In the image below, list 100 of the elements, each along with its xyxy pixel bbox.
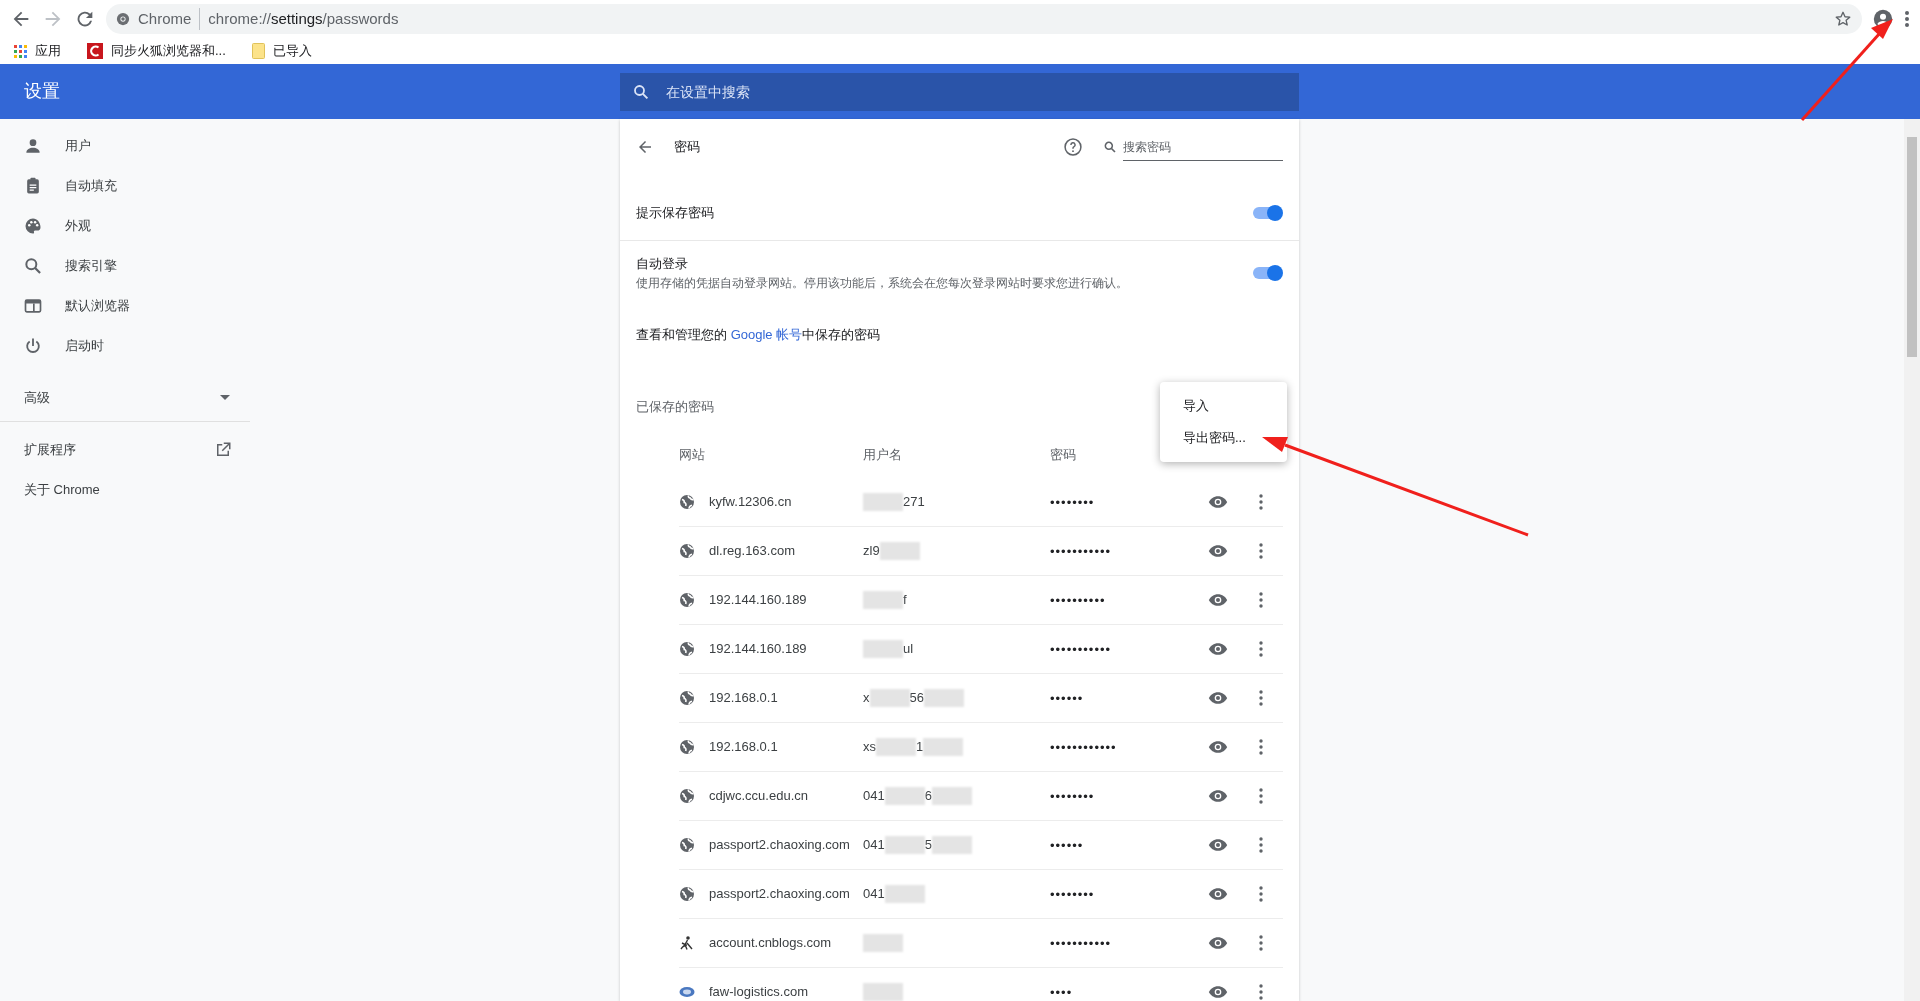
blurred-redaction <box>884 836 925 854</box>
password-dots: ••••••••••• <box>1050 544 1112 559</box>
oval-logo-icon <box>679 984 695 1000</box>
section-title: 已保存的密码 <box>636 397 714 416</box>
more-icon[interactable] <box>1259 935 1263 951</box>
extensions-link[interactable]: 扩展程序 <box>0 430 250 470</box>
column-header: 用户名 <box>863 447 902 462</box>
password-dots: •••• <box>1050 985 1073 1000</box>
about-chrome-link[interactable]: 关于 Chrome <box>0 470 250 510</box>
menu-icon[interactable] <box>1904 9 1910 29</box>
blurred-redaction <box>923 689 964 707</box>
more-icon[interactable] <box>1259 494 1263 510</box>
site-name: 192.168.0.1 <box>709 689 778 708</box>
bookmark[interactable]: 应用 <box>14 41 61 61</box>
menu-item[interactable]: 导入 <box>1160 390 1287 422</box>
more-icon[interactable] <box>1259 886 1263 902</box>
setting-label: 提示保存密码 <box>636 203 715 222</box>
site-name: passport2.chaoxing.com <box>709 836 850 855</box>
username-text: 5 <box>924 836 932 855</box>
username-text: 041 <box>863 787 885 806</box>
globe-icon <box>679 592 695 608</box>
help-icon[interactable] <box>1063 137 1083 157</box>
sidebar-item[interactable]: 外观 <box>0 206 250 246</box>
more-icon[interactable] <box>1259 837 1263 853</box>
site-name: faw-logistics.com <box>709 983 808 1001</box>
search-icon <box>23 256 43 276</box>
sidebar-item[interactable]: 自动填充 <box>0 166 250 206</box>
username-text: 271 <box>903 493 925 512</box>
advanced-section-toggle[interactable]: 高级 <box>0 374 250 422</box>
password-dots: •••••••• <box>1050 887 1095 902</box>
sidebar-item[interactable]: 搜索引擎 <box>0 246 250 286</box>
site-name: kyfw.12306.cn <box>709 493 792 512</box>
header-title: 设置 <box>23 80 61 103</box>
password-dots: •••••••••• <box>1050 593 1106 608</box>
column-header: 密码 <box>1050 447 1076 462</box>
site-name: account.cnblogs.com <box>709 934 832 953</box>
google-account-link[interactable]: Google 帐号 <box>730 327 803 343</box>
page-title: 密码 <box>674 138 701 157</box>
caret-down-icon <box>220 394 230 401</box>
site-name: dl.reg.163.com <box>709 542 795 561</box>
more-icon[interactable] <box>1259 592 1263 608</box>
blurred-redaction <box>863 591 903 609</box>
url-text: chrome://settings/passwords <box>208 8 400 29</box>
sidebar-item[interactable]: 用户 <box>0 126 250 166</box>
scrollbar[interactable] <box>1904 119 1920 1001</box>
column-header: 网站 <box>679 447 705 462</box>
address-bar[interactable]: Chrome chrome://settings/passwords <box>106 4 1862 34</box>
site-name: cdjwc.ccu.edu.cn <box>709 787 808 806</box>
blurred-redaction <box>876 738 916 756</box>
settings-search-field[interactable]: 在设置中搜索 <box>620 72 1299 111</box>
sidebar-item[interactable]: 默认浏览器 <box>0 286 250 326</box>
more-icon[interactable] <box>1259 788 1263 804</box>
more-icon[interactable] <box>1259 739 1263 755</box>
password-dots: •••••• <box>1050 691 1084 706</box>
more-icon[interactable] <box>1259 543 1263 559</box>
setting-description: 使用存储的凭据自动登录网站。停用该功能后，系统会在您每次登录网站时要求您进行确认。 <box>636 274 1129 292</box>
username-text: 56 <box>909 689 924 708</box>
site-name: 192.168.0.1 <box>709 738 778 757</box>
password-dots: ••••••••••• <box>1050 642 1112 657</box>
blurred-redaction <box>863 983 903 1001</box>
blurred-redaction <box>879 542 920 560</box>
person-icon <box>23 136 43 156</box>
blurred-redaction <box>884 885 925 903</box>
power-icon <box>23 336 43 356</box>
star-icon[interactable] <box>1834 10 1852 28</box>
more-icon[interactable] <box>1259 641 1263 657</box>
username-text: xs <box>863 738 876 757</box>
search-icon <box>632 82 650 101</box>
username-text: ul <box>903 640 914 659</box>
globe-icon <box>679 886 695 902</box>
blurred-redaction <box>884 787 925 805</box>
blurred-redaction <box>923 738 964 756</box>
site-name: 192.144.160.189 <box>709 591 807 610</box>
blurred-redaction <box>931 836 972 854</box>
site-chip: Chrome <box>138 7 201 31</box>
account-info-text: 查看和管理您的 Google 帐号中保存的密码 <box>636 326 881 345</box>
globe-icon <box>679 494 695 510</box>
password-dots: •••••••• <box>1050 495 1095 510</box>
globe-icon <box>679 641 695 657</box>
stick-figure-icon <box>679 935 695 951</box>
toggle-switch[interactable] <box>1253 204 1281 221</box>
c-logo-icon <box>87 43 103 59</box>
more-icon[interactable] <box>1259 984 1263 1000</box>
password-search-field[interactable]: 搜索密码 <box>1123 133 1283 161</box>
toggle-switch[interactable] <box>1253 265 1281 281</box>
blurred-redaction <box>863 493 903 511</box>
password-dots: •••••••••••• <box>1050 740 1117 755</box>
bookmark[interactable]: 同步火狐浏览器和... <box>87 41 226 61</box>
blurred-redaction <box>863 934 903 952</box>
blurred-redaction <box>869 689 910 707</box>
bookmark[interactable]: 已导入 <box>251 41 312 61</box>
username-text: 6 <box>924 787 932 806</box>
site-name: passport2.chaoxing.com <box>709 885 850 904</box>
chrome-icon <box>116 12 130 26</box>
globe-icon <box>679 739 695 755</box>
folder-icon <box>251 43 265 59</box>
sidebar-item[interactable]: 启动时 <box>0 326 250 366</box>
more-icon[interactable] <box>1259 690 1263 706</box>
menu-item[interactable]: 导出密码... <box>1160 422 1287 454</box>
search-icon <box>1103 140 1117 154</box>
